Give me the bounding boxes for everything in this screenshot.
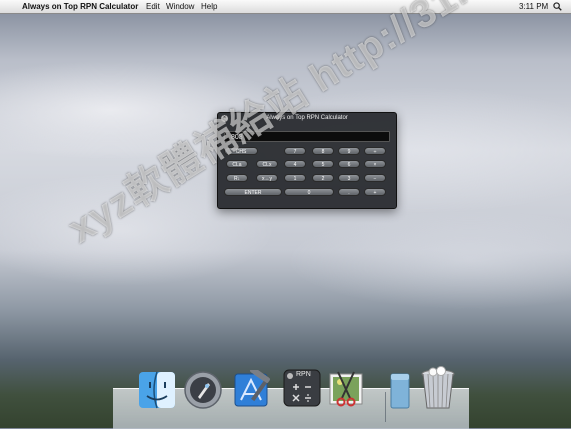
roll-down-button[interactable]: R↓ (226, 174, 248, 182)
key-2-button[interactable]: 2 (312, 174, 334, 182)
rpn-label: RPN (296, 371, 311, 378)
trash-icon[interactable] (418, 366, 458, 412)
rpn-calculator-dock-icon[interactable]: RPN (282, 368, 322, 408)
key-6-button[interactable]: 6 (338, 160, 360, 168)
divide-button[interactable]: ÷ (364, 147, 386, 155)
key-0-button[interactable]: 0 (284, 188, 334, 196)
menu-help[interactable]: Help (201, 0, 217, 13)
xcode-icon[interactable] (231, 370, 273, 410)
key-7-button[interactable]: 7 (284, 147, 306, 155)
key-3-button[interactable]: 3 (338, 174, 360, 182)
menu-window[interactable]: Window (166, 0, 194, 13)
swap-xy-button[interactable]: x↔y (256, 174, 278, 182)
key-4-button[interactable]: 4 (284, 160, 306, 168)
plus-button[interactable]: + (364, 188, 386, 196)
key-5-button[interactable]: 5 (312, 160, 334, 168)
minus-button[interactable]: − (364, 174, 386, 182)
documents-stack-icon[interactable] (388, 370, 412, 410)
menu-edit[interactable]: Edit (146, 0, 160, 13)
menu-app-name[interactable]: Always on Top RPN Calculator (22, 0, 138, 13)
clx-button[interactable]: CLx (256, 160, 278, 168)
finder-icon[interactable] (137, 370, 177, 410)
launchpad-icon[interactable] (183, 370, 223, 410)
multiply-button[interactable]: × (364, 160, 386, 168)
decimal-button[interactable]: . (338, 188, 360, 196)
preview-icon[interactable] (326, 368, 366, 410)
key-9-button[interactable]: 9 (338, 147, 360, 155)
dock-separator (385, 392, 386, 422)
key-8-button[interactable]: 8 (312, 147, 334, 155)
key-1-button[interactable]: 1 (284, 174, 306, 182)
menu-clock[interactable]: 3:11 PM (519, 0, 548, 13)
enter-button[interactable]: ENTER (224, 188, 282, 196)
search-icon[interactable] (553, 2, 562, 11)
